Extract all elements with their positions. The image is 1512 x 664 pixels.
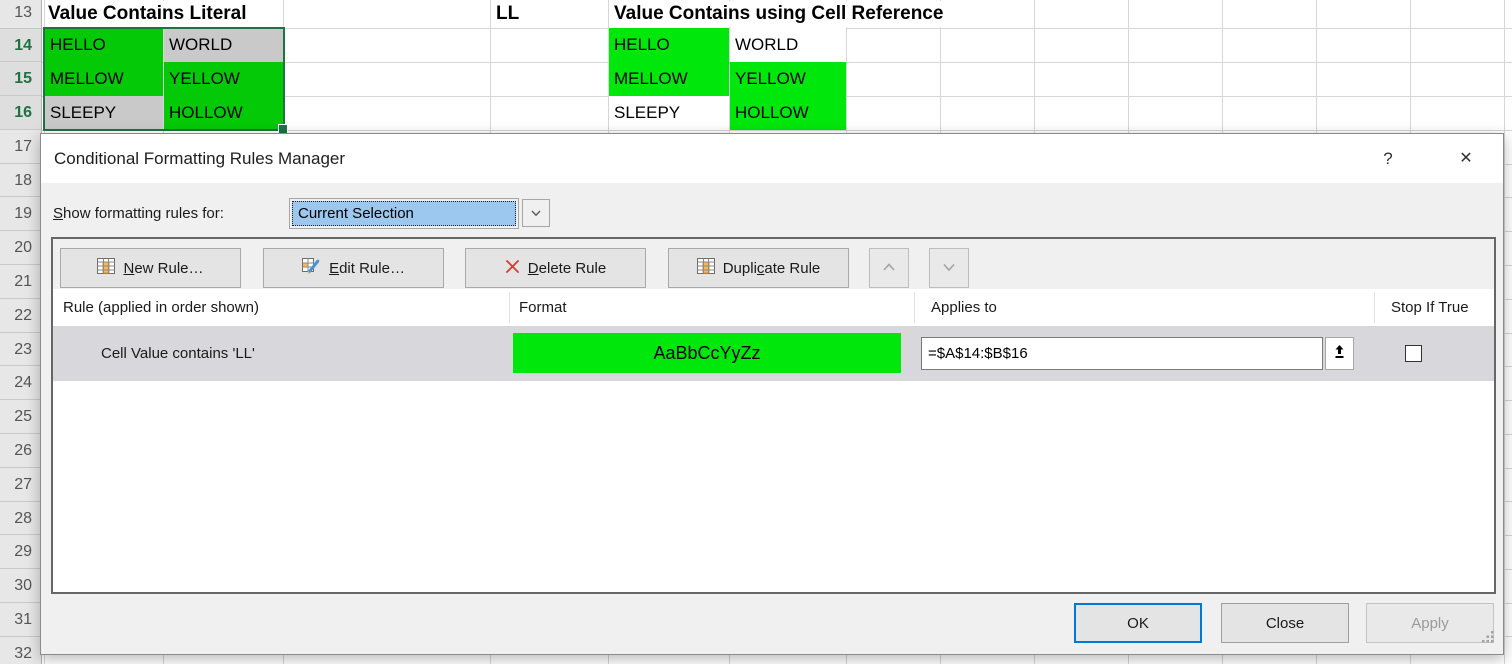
show-formatting-rules-for-label: Show formatting rules for: [53,200,224,228]
row-header-24[interactable]: 24 [0,366,41,400]
cell-F15[interactable]: YELLOW [730,62,846,96]
rules-toolbar: New Rule… Edit Rule… Delete Rule Duplica… [53,239,1494,289]
scope-combobox-value: Current Selection [292,201,516,226]
cell-A16[interactable]: SLEEPY [45,96,163,130]
cell-F14[interactable]: WORLD [730,28,846,62]
column-separator [1374,292,1375,323]
cell-E14[interactable]: HELLO [609,28,729,62]
cell-B15[interactable]: YELLOW [164,62,283,96]
duplicate-rule-label: Duplicate Rule [723,260,821,277]
conditional-formatting-rules-manager-dialog: Conditional Formatting Rules Manager ? ✕… [40,133,1504,655]
dialog-title: Conditional Formatting Rules Manager [54,134,345,183]
row-header-27[interactable]: 27 [0,468,41,502]
apply-button[interactable]: Apply [1366,603,1494,643]
column-separator [914,292,915,323]
chevron-up-icon [881,260,897,277]
move-rule-down-button[interactable] [929,248,969,288]
rules-list: Rule (applied in order shown) Format App… [53,289,1494,592]
table-pencil-icon [302,258,321,278]
duplicate-rule-button[interactable]: Duplicate Rule [668,248,849,288]
row-header-18[interactable]: 18 [0,164,41,198]
new-rule-label: New Rule… [123,260,203,277]
row-header-29[interactable]: 29 [0,535,41,569]
column-header-applies: Applies to [931,289,997,326]
close-button[interactable]: Close [1221,603,1349,643]
applies-to-input[interactable] [921,337,1323,370]
row-header-17[interactable]: 17 [0,130,41,164]
row-header-13[interactable]: 13 [0,0,41,29]
table-grid-icon [697,258,715,278]
rule-row-selected[interactable]: Cell Value contains 'LL' AaBbCcYyZz [53,326,1494,381]
edit-rule-button[interactable]: Edit Rule… [263,248,444,288]
chevron-down-icon [531,204,541,222]
column-header-rule: Rule (applied in order shown) [63,289,259,326]
stop-if-true-checkbox[interactable] [1405,345,1422,362]
ok-button[interactable]: OK [1074,603,1202,643]
row-header-22[interactable]: 22 [0,299,41,333]
format-preview: AaBbCcYyZz [513,333,901,373]
column-header-stop: Stop If True [1391,289,1469,326]
dialog-titlebar[interactable]: Conditional Formatting Rules Manager ? ✕ [41,134,1503,183]
cell-E13-header[interactable]: Value Contains using Cell Reference [612,1,951,27]
move-rule-up-button[interactable] [869,248,909,288]
row-header-25[interactable]: 25 [0,400,41,434]
scope-combobox[interactable]: Current Selection [289,198,519,229]
cell-B16[interactable]: HOLLOW [164,96,283,130]
row-header-19[interactable]: 19 [0,197,41,231]
collapse-dialog-arrow-icon [1333,343,1346,365]
rule-description: Cell Value contains 'LL' [101,326,255,381]
row-header-31[interactable]: 31 [0,603,41,637]
edit-rule-label: Edit Rule… [329,260,405,277]
row-header-28[interactable]: 28 [0,502,41,536]
collapse-dialog-button[interactable] [1325,337,1354,370]
row-header-15[interactable]: 15 [0,62,41,96]
column-header-format: Format [519,289,567,326]
red-x-icon [505,259,520,278]
row-header-23[interactable]: 23 [0,333,41,367]
cell-A15[interactable]: MELLOW [45,62,163,96]
delete-rule-label: Delete Rule [528,260,606,277]
row-header-30[interactable]: 30 [0,569,41,603]
close-icon[interactable]: ✕ [1445,134,1487,183]
scope-dropdown-button[interactable] [522,199,550,227]
table-grid-icon [97,258,115,278]
row-header-32[interactable]: 32 [0,637,41,664]
resize-grip-icon[interactable] [1481,630,1495,649]
column-separator [509,292,510,323]
chevron-down-icon [941,260,957,277]
delete-rule-button[interactable]: Delete Rule [465,248,646,288]
rules-panel: New Rule… Edit Rule… Delete Rule Duplica… [51,237,1496,594]
cell-D13-header[interactable]: LL [494,1,527,27]
row-header-16[interactable]: 16 [0,96,41,130]
help-icon[interactable]: ? [1367,134,1409,183]
gridline [1504,0,1505,664]
new-rule-button[interactable]: New Rule… [60,248,241,288]
cell-A13-header[interactable]: Value Contains Literal [46,1,255,27]
row-header-21[interactable]: 21 [0,265,41,299]
row-header-14[interactable]: 14 [0,29,41,63]
cell-A14[interactable]: HELLO [45,28,163,62]
row-header-26[interactable]: 26 [0,434,41,468]
cell-E16[interactable]: SLEEPY [609,96,729,130]
cell-E15[interactable]: MELLOW [609,62,729,96]
cell-B14[interactable]: WORLD [164,28,283,62]
row-header-20[interactable]: 20 [0,231,41,265]
row-header-column: 1314151617181920212223242526272829303132 [0,0,42,664]
cell-F16[interactable]: HOLLOW [730,96,846,130]
gridline [42,130,1512,131]
